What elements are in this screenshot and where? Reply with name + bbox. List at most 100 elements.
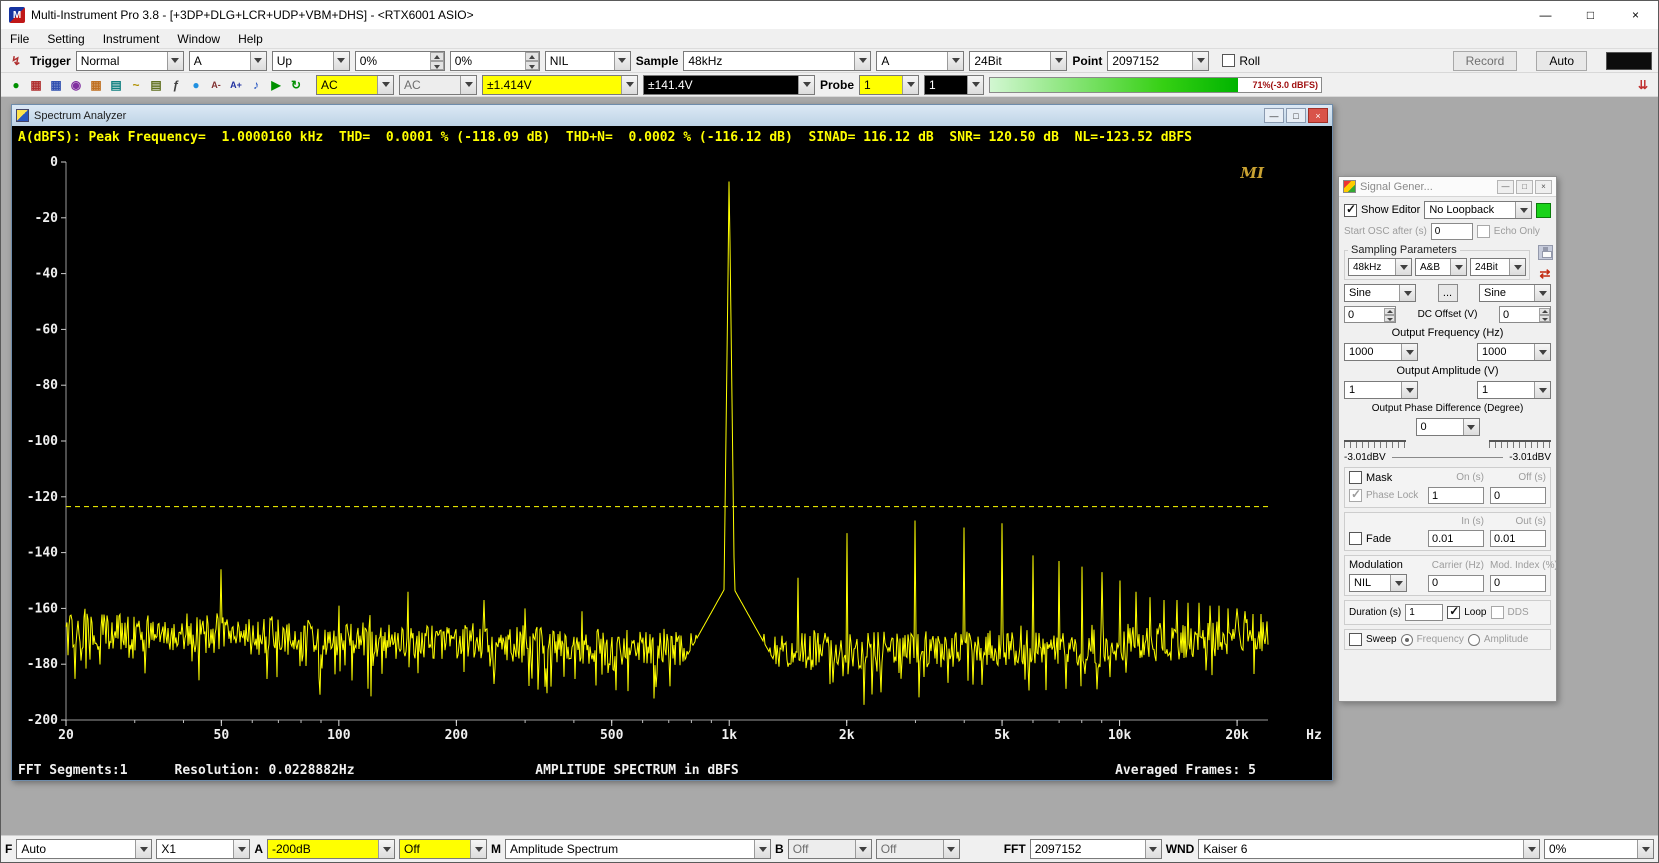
checkbox-box[interactable] (1447, 606, 1460, 619)
font-increase-icon[interactable]: A+ (227, 76, 245, 94)
run-icon[interactable]: ● (7, 76, 25, 94)
chevron-down-icon[interactable] (1399, 285, 1415, 301)
chevron-down-icon[interactable] (1534, 285, 1550, 301)
spectrum-plot[interactable]: 0-20-40-60-80-100-120-140-160-180-200205… (14, 148, 1330, 760)
show-editor-checkbox[interactable]: Show Editor (1344, 204, 1420, 217)
view-mode-select[interactable]: Amplitude Spectrum (505, 839, 771, 859)
spin-up-icon[interactable] (525, 52, 539, 61)
spectrum-3d-plot-icon[interactable]: ▦ (87, 76, 105, 94)
chevron-down-icon[interactable] (1401, 382, 1417, 398)
phase-lock-checkbox[interactable]: Phase Lock (1349, 489, 1422, 502)
chevron-down-icon[interactable] (855, 840, 871, 858)
auto-button[interactable]: Auto (1536, 51, 1587, 71)
chevron-down-icon[interactable] (1450, 259, 1466, 275)
chevron-down-icon[interactable] (333, 52, 349, 70)
checkbox-box[interactable] (1344, 204, 1357, 217)
probe-b-select[interactable]: 1 (924, 75, 984, 95)
signal-generator-icon[interactable]: ~ (127, 76, 145, 94)
sg-bit-depth-select[interactable]: 24Bit (1470, 258, 1526, 276)
chevron-down-icon[interactable] (614, 52, 630, 70)
sweep-amplitude-radio[interactable]: Amplitude (1468, 634, 1528, 646)
loopback-select[interactable]: No Loopback (1424, 201, 1532, 219)
fade-out-input[interactable]: 0.01 (1490, 530, 1546, 547)
trigger-delay-spinner[interactable]: 0% (450, 51, 540, 71)
spin-down-icon[interactable] (430, 61, 444, 70)
chevron-down-icon[interactable] (1390, 575, 1406, 591)
record-points-select[interactable]: 2097152 (1107, 51, 1209, 71)
menu-help[interactable]: Help (229, 30, 272, 48)
menu-file[interactable]: File (1, 30, 38, 48)
checkbox-box[interactable] (1491, 606, 1504, 619)
modulation-type-select[interactable]: NIL (1349, 574, 1407, 592)
multimeter-icon[interactable]: ◉ (67, 76, 85, 94)
coupling-a-select[interactable]: AC (316, 75, 394, 95)
chevron-down-icon[interactable] (1523, 840, 1539, 858)
loopback-icon[interactable]: ↻ (287, 76, 305, 94)
chevron-down-icon[interactable] (378, 840, 394, 858)
mask-on-input[interactable]: 1 (1428, 487, 1484, 504)
sweep-frequency-radio[interactable]: Frequency (1401, 634, 1464, 646)
background-color-swatch[interactable] (1606, 52, 1652, 70)
data-logger-icon[interactable]: ▤ (107, 76, 125, 94)
chevron-down-icon[interactable] (470, 840, 486, 858)
freq-axis-mode-select[interactable]: Auto (16, 839, 152, 859)
chevron-down-icon[interactable] (1637, 840, 1653, 858)
minimize-button[interactable]: — (1523, 1, 1568, 29)
trigger-level-spinner[interactable]: 0% (355, 51, 445, 71)
chevron-down-icon[interactable] (233, 840, 249, 858)
radio-circle[interactable] (1468, 634, 1480, 646)
zoom-select[interactable]: X1 (156, 839, 250, 859)
download-icon[interactable]: ⇊ (1634, 76, 1652, 94)
waveform-b-select[interactable]: Sine (1479, 284, 1551, 302)
persistence-a-select[interactable]: Off (399, 839, 487, 859)
sweep-checkbox[interactable]: Sweep (1349, 633, 1397, 646)
sync-settings-icon[interactable]: ⇄ (1540, 267, 1551, 280)
chevron-down-icon[interactable] (967, 76, 983, 94)
fft-size-select[interactable]: 2097152 (1030, 839, 1162, 859)
dc-offset-b-input[interactable]: 0 (1499, 306, 1551, 323)
level-slider-b[interactable] (1489, 440, 1551, 448)
menu-setting[interactable]: Setting (38, 30, 93, 48)
trigger-mode-select[interactable]: Normal (76, 51, 184, 71)
spin-up-icon[interactable] (1384, 308, 1395, 315)
bit-depth-select[interactable]: 24Bit (969, 51, 1067, 71)
close-button[interactable]: × (1613, 1, 1658, 29)
record-button[interactable]: Record (1453, 51, 1518, 71)
coupling-b-select[interactable]: AC (399, 75, 477, 95)
frequency-a-select[interactable]: 1000 (1344, 343, 1418, 361)
loop-checkbox[interactable]: Loop (1447, 606, 1486, 619)
probe-a-select[interactable]: 1 (859, 75, 919, 95)
range-b-display-select[interactable]: Off (788, 839, 872, 859)
trigger-icon[interactable]: ↯ (7, 52, 25, 70)
spin-down-icon[interactable] (1539, 315, 1550, 322)
checkbox-box[interactable] (1349, 532, 1362, 545)
maximize-button[interactable]: □ (1568, 1, 1613, 29)
spectrum-window-titlebar[interactable]: Spectrum Analyzer — □ × (12, 105, 1332, 126)
chevron-down-icon[interactable] (1401, 344, 1417, 360)
sg-sample-rate-select[interactable]: 48kHz (1348, 258, 1412, 276)
sg-channels-select[interactable]: A&B (1415, 258, 1467, 276)
spin-down-icon[interactable] (525, 61, 539, 70)
duration-input[interactable]: 1 (1405, 604, 1443, 621)
chevron-down-icon[interactable] (1050, 52, 1066, 70)
spin-up-icon[interactable] (1539, 308, 1550, 315)
chevron-down-icon[interactable] (377, 76, 393, 94)
chevron-down-icon[interactable] (1509, 259, 1525, 275)
roll-checkbox[interactable]: Roll (1222, 54, 1260, 68)
font-decrease-icon[interactable]: A- (207, 76, 225, 94)
sg-minimize-button[interactable]: — (1497, 180, 1514, 194)
dds-checkbox[interactable]: DDS (1491, 606, 1529, 619)
globe-icon[interactable]: ● (187, 76, 205, 94)
window-function-select[interactable]: Kaiser 6 (1198, 839, 1540, 859)
range-a-select[interactable]: ±1.414V (482, 75, 638, 95)
sample-channel-select[interactable]: A (876, 51, 964, 71)
fade-checkbox[interactable]: Fade (1349, 532, 1422, 545)
oscilloscope-icon[interactable]: ▦ (27, 76, 45, 94)
chevron-down-icon[interactable] (1515, 202, 1531, 218)
waveform-more-button[interactable]: ... (1438, 284, 1458, 302)
chevron-down-icon[interactable] (460, 76, 476, 94)
mask-off-input[interactable]: 0 (1490, 487, 1546, 504)
trigger-source-select[interactable]: A (189, 51, 267, 71)
amplitude-b-select[interactable]: 1 (1477, 381, 1551, 399)
mod-index-input[interactable]: 0 (1490, 575, 1546, 592)
